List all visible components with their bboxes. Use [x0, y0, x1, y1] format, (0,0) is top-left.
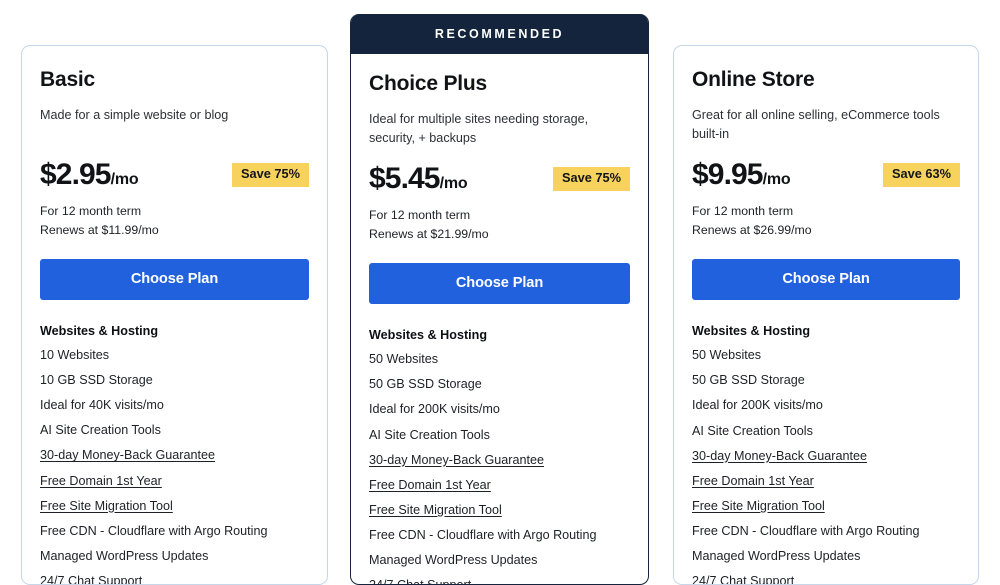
features-list: 10 Websites 10 GB SSD Storage Ideal for …	[40, 338, 309, 585]
features-heading: Websites & Hosting	[40, 324, 159, 339]
feature-item: 50 Websites	[369, 352, 439, 367]
plan-terms: For 12 month term Renews at $26.99/mo	[692, 202, 960, 239]
save-badge: Save 75%	[231, 163, 309, 188]
plan-card-online-store: Online Store Great for all online sellin…	[673, 45, 979, 585]
plan-price: $9.95/mo	[692, 158, 791, 192]
feature-item: 50 GB SSD Storage	[692, 373, 805, 388]
feature-item: Managed WordPress Updates	[692, 549, 861, 564]
feature-item: Ideal for 200K visits/mo	[692, 398, 823, 413]
feature-item: 10 Websites	[40, 348, 110, 363]
choose-plan-button[interactable]: Choose Plan	[40, 259, 309, 301]
plan-price: $2.95/mo	[40, 158, 139, 192]
price-amount: $9.95	[692, 158, 763, 192]
plan-name: Choice Plus	[369, 72, 487, 95]
price-row: $5.45/mo Save 75%	[369, 164, 630, 194]
features-list: 50 Websites 50 GB SSD Storage Ideal for …	[692, 338, 960, 585]
plan-price: $5.45/mo	[369, 162, 468, 196]
choose-plan-button[interactable]: Choose Plan	[692, 259, 960, 301]
feature-item-link[interactable]: Free Domain 1st Year	[692, 464, 960, 489]
feature-item: Free CDN - Cloudflare with Argo Routing	[40, 523, 268, 538]
plan-card-basic: Basic Made for a simple website or blog …	[21, 45, 328, 585]
features-heading: Websites & Hosting	[692, 324, 811, 339]
pricing-plans: Basic Made for a simple website or blog …	[0, 0, 1000, 585]
term-length: For 12 month term	[40, 204, 142, 219]
recommended-ribbon: RECOMMENDED	[351, 14, 648, 54]
feature-item: Managed WordPress Updates	[369, 553, 538, 568]
price-amount: $2.95	[40, 158, 111, 192]
feature-item-link[interactable]: 30-day Money-Back Guarantee	[369, 443, 630, 468]
feature-item: 10 GB SSD Storage	[40, 373, 153, 388]
feature-item-link[interactable]: Free Site Migration Tool	[40, 489, 309, 514]
feature-item: Ideal for 40K visits/mo	[40, 398, 164, 413]
feature-item: Free CDN - Cloudflare with Argo Routing	[369, 528, 597, 543]
feature-item: 24/7 Chat Support	[369, 568, 630, 584]
price-period: /mo	[762, 171, 791, 189]
term-length: For 12 month term	[369, 208, 471, 223]
choose-plan-button[interactable]: Choose Plan	[369, 263, 630, 305]
plan-card-content: Choice Plus Ideal for multiple sites nee…	[351, 54, 648, 584]
feature-item-link[interactable]: 30-day Money-Back Guarantee	[40, 438, 309, 463]
plan-terms: For 12 month term Renews at $11.99/mo	[40, 202, 309, 239]
features-heading: Websites & Hosting	[369, 328, 488, 343]
term-length: For 12 month term	[692, 204, 794, 219]
price-period: /mo	[110, 171, 139, 189]
save-badge: Save 63%	[882, 163, 960, 188]
renewal-price: Renews at $26.99/mo	[692, 222, 812, 237]
feature-item-link[interactable]: Free Site Migration Tool	[692, 489, 960, 514]
feature-item-link[interactable]: 30-day Money-Back Guarantee	[692, 439, 960, 464]
plan-card-choice-plus: RECOMMENDED Choice Plus Ideal for multip…	[350, 14, 649, 585]
feature-item: AI Site Creation Tools	[369, 427, 490, 442]
plan-name: Basic	[40, 68, 96, 91]
renewal-price: Renews at $11.99/mo	[40, 222, 159, 237]
features-list: 50 Websites 50 GB SSD Storage Ideal for …	[369, 342, 630, 584]
price-amount: $5.45	[369, 162, 440, 196]
feature-item: 50 Websites	[692, 348, 762, 363]
feature-item: Managed WordPress Updates	[40, 548, 209, 563]
feature-item: 24/7 Chat Support	[692, 574, 795, 585]
save-badge: Save 75%	[552, 167, 630, 192]
feature-item: AI Site Creation Tools	[40, 423, 161, 438]
price-row: $2.95/mo Save 75%	[40, 160, 309, 190]
feature-item-link[interactable]: Free Domain 1st Year	[369, 468, 630, 493]
feature-item: 50 GB SSD Storage	[369, 377, 482, 392]
feature-item-link[interactable]: Free Domain 1st Year	[40, 464, 309, 489]
feature-item: Ideal for 200K visits/mo	[369, 402, 500, 417]
feature-item: 24/7 Chat Support	[40, 574, 143, 585]
renewal-price: Renews at $21.99/mo	[369, 226, 489, 241]
price-row: $9.95/mo Save 63%	[692, 160, 960, 190]
plan-card-content: Online Store Great for all online sellin…	[674, 46, 978, 585]
feature-item: Free CDN - Cloudflare with Argo Routing	[692, 524, 920, 539]
plan-description: Ideal for multiple sites needing storage…	[369, 112, 589, 145]
plan-description: Great for all online selling, eCommerce …	[692, 108, 940, 141]
plan-card-content: Basic Made for a simple website or blog …	[22, 46, 327, 585]
feature-item-link[interactable]: Free Site Migration Tool	[369, 493, 630, 518]
plan-name: Online Store	[692, 68, 815, 91]
plan-description: Made for a simple website or blog	[40, 108, 229, 123]
price-period: /mo	[439, 175, 468, 193]
feature-item: AI Site Creation Tools	[692, 423, 813, 438]
plan-terms: For 12 month term Renews at $21.99/mo	[369, 206, 630, 243]
